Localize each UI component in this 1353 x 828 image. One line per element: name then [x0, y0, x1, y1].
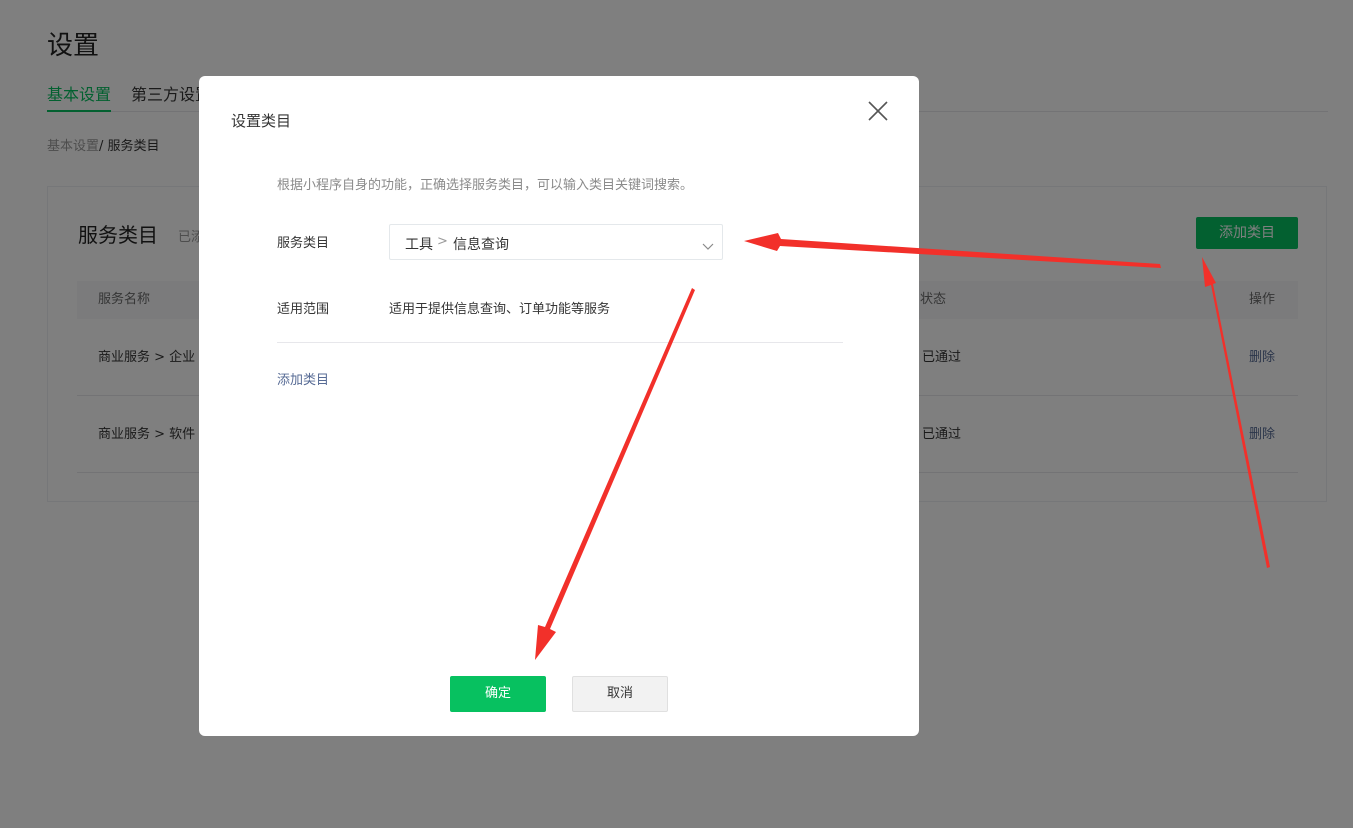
cancel-button[interactable]: 取消	[572, 676, 668, 712]
dialog-tip: 根据小程序自身的功能，正确选择服务类目，可以输入类目关键词搜索。	[277, 178, 694, 193]
scope-label: 适用范围	[277, 302, 330, 317]
chevron-right-icon: >	[437, 234, 448, 249]
category-label: 服务类目	[277, 236, 330, 251]
category-select[interactable]: 工具 > 信息查询	[389, 224, 723, 260]
chevron-down-icon	[702, 237, 714, 250]
close-icon[interactable]	[865, 98, 891, 124]
dialog-title: 设置类目	[231, 112, 292, 130]
confirm-button[interactable]: 确定	[450, 676, 546, 712]
add-category-link[interactable]: 添加类目	[277, 369, 329, 388]
set-category-dialog: 设置类目 根据小程序自身的功能，正确选择服务类目，可以输入类目关键词搜索。 服务…	[199, 76, 919, 736]
scope-value: 适用于提供信息查询、订单功能等服务	[389, 302, 611, 317]
category-level2: 信息查询	[453, 237, 509, 253]
divider	[277, 342, 843, 343]
category-level1: 工具	[405, 237, 433, 253]
